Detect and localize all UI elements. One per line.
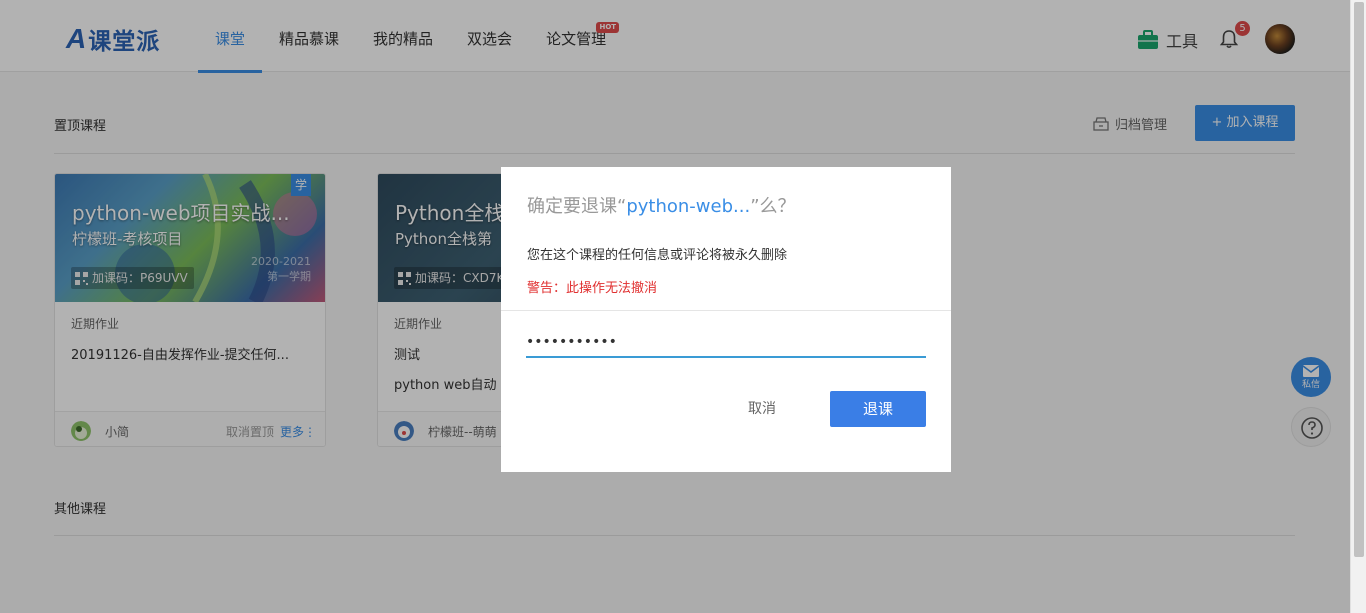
dialog-title: 确定要退课“python-web...”么？ [527,196,796,217]
dialog-warning: 警告：此操作无法撤消 [527,281,658,296]
scrollbar-thumb[interactable] [1354,2,1364,557]
dialog-description: 您在这个课程的任何信息或评论将被永久删除 [527,248,788,263]
dialog-divider [501,310,951,311]
cancel-button[interactable]: 取消 [732,391,792,427]
page-scrollbar[interactable] [1350,0,1366,613]
password-input[interactable] [526,327,926,358]
confirm-drop-button[interactable]: 退课 [830,391,926,427]
drop-course-dialog: 确定要退课“python-web...”么？ 您在这个课程的任何信息或评论将被永… [501,167,951,472]
dialog-course-name: python-web... [626,196,751,217]
